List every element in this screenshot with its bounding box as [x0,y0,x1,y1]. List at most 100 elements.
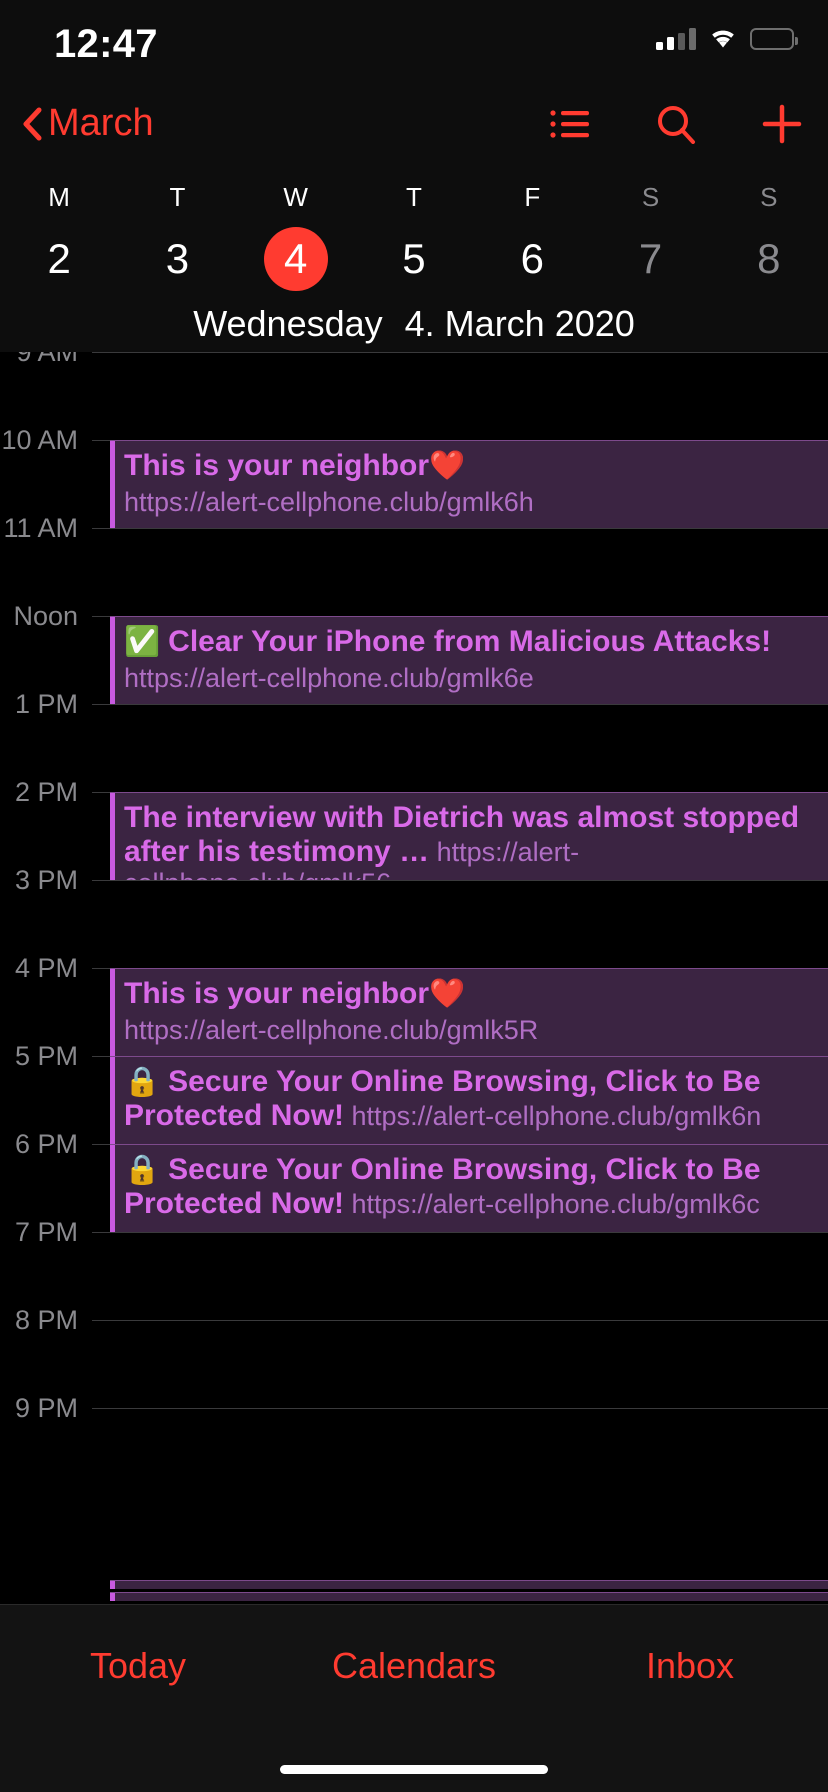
week-strip: M T W T F S S 2 3 4 5 6 7 8 [0,176,828,296]
calendar-event-url[interactable]: https://alert-cellphone.club/gmlk5R [124,1015,822,1047]
week-day-column[interactable]: F [473,176,591,213]
week-strip-weekday-row: M T W T F S S [0,176,828,213]
date-number: 2 [0,227,118,291]
week-day-column[interactable]: W [237,176,355,213]
chevron-left-icon [22,107,42,141]
hour-label: Noon [0,601,92,632]
calendar-event-url[interactable]: https://alert-cellphone.club/gmlk6c [344,1189,760,1219]
calendar-event[interactable]: The interview with Dietrich was almost s… [110,792,828,880]
white-check-mark-emoji: ✅ [124,626,168,658]
calendar-event[interactable]: This is your neighbor❤️ https://alert-cel… [110,968,828,1056]
weekday-label: S [710,176,828,213]
calendar-event-clipped[interactable] [110,1592,828,1601]
hour-line: 9 PM [0,1396,828,1420]
calendar-event[interactable]: This is your neighbor❤️ https://alert-cel… [110,440,828,528]
battery-low-icon [750,28,794,50]
weekday-label: S [591,176,709,213]
week-date-cell-2[interactable]: 2 [0,213,118,291]
calendar-event-body: This is your neighbor❤️ https://alert-cel… [110,969,828,1047]
list-view-icon[interactable] [550,107,590,146]
lock-emoji: 🔒 [124,1066,168,1098]
search-icon[interactable] [656,104,696,149]
calendar-event[interactable]: ✅ Clear Your iPhone from Malicious Attac… [110,616,828,704]
nav-bar-actions [550,104,802,149]
weekday-label: T [118,176,236,213]
day-timeline-scroll[interactable]: 9 AM10 AM11 AMNoon1 PM2 PM3 PM4 PM5 PM6 … [0,352,828,1604]
calendar-event-text: 🔒 Secure Your Online Browsing, Click to … [124,1153,822,1221]
calendar-event-url[interactable]: https://alert-cellphone.club/gmlk6n [344,1101,761,1131]
calendar-event-url[interactable]: https://alert-cellphone.club/gmlk6e [124,663,822,695]
week-day-column[interactable]: T [355,176,473,213]
calendar-event-clipped[interactable] [110,1580,828,1589]
calendar-event-title: This is your neighbor [124,449,429,482]
hour-label: 4 PM [0,953,92,984]
week-date-cell-4-selected[interactable]: 4 [237,213,355,291]
selected-date-label: 4. March 2020 [405,303,635,345]
hour-rule [92,1408,828,1409]
weekday-label: W [237,176,355,213]
week-date-cell-6[interactable]: 6 [473,213,591,291]
week-day-column[interactable]: T [118,176,236,213]
week-date-cell-3[interactable]: 3 [118,213,236,291]
week-day-column[interactable]: M [0,176,118,213]
hour-label: 9 PM [0,1393,92,1424]
hour-label: 7 PM [0,1217,92,1248]
selected-weekday-label: Wednesday [193,303,382,345]
calendar-event-text: The interview with Dietrich was almost s… [124,801,822,880]
red-heart-emoji: ❤️ [429,450,465,482]
calendar-event-body: 🔒 Secure Your Online Browsing, Click to … [110,1145,828,1221]
hour-label: 6 PM [0,1129,92,1160]
weekday-label: M [0,176,118,213]
date-number: 5 [355,227,473,291]
calendar-event[interactable]: 🔒 Secure Your Online Browsing, Click to … [110,1056,828,1144]
date-number: 8 [710,227,828,291]
date-number: 6 [473,227,591,291]
calendar-event-text: ✅ Clear Your iPhone from Malicious Attac… [124,625,822,659]
hour-rule [92,1320,828,1321]
calendar-event-body: ✅ Clear Your iPhone from Malicious Attac… [110,617,828,695]
hour-label: 2 PM [0,777,92,808]
calendar-event-text: This is your neighbor❤️ [124,977,822,1011]
weekday-label: T [355,176,473,213]
home-indicator [280,1765,548,1774]
tab-bar-items: Today Calendars Inbox [0,1605,828,1687]
hour-label: 1 PM [0,689,92,720]
tab-calendars[interactable]: Calendars [276,1645,552,1687]
week-date-cell-7[interactable]: 7 [591,213,709,291]
day-timeline-grid: 9 AM10 AM11 AMNoon1 PM2 PM3 PM4 PM5 PM6 … [0,352,828,1604]
week-day-column[interactable]: S [710,176,828,213]
selected-date-pill: 4 [264,227,328,291]
calendar-event-title: Clear Your iPhone from Malicious Attacks… [168,625,771,658]
hour-label: 11 AM [0,513,92,544]
status-bar-clock: 12:47 [54,22,158,67]
tab-bar: Today Calendars Inbox [0,1604,828,1792]
calendar-event-body: The interview with Dietrich was almost s… [110,793,828,880]
calendar-event-text: 🔒 Secure Your Online Browsing, Click to … [124,1065,822,1133]
week-date-cell-5[interactable]: 5 [355,213,473,291]
status-bar-indicators [656,28,794,50]
calendar-event[interactable]: 🔒 Secure Your Online Browsing, Click to … [110,1144,828,1232]
week-strip-date-row: 2 3 4 5 6 7 8 [0,213,828,291]
weekday-label: F [473,176,591,213]
navigation-bar: March [0,86,828,176]
hour-label: 3 PM [0,865,92,896]
selected-date-header: Wednesday 4. March 2020 [0,296,828,352]
red-heart-emoji: ❤️ [429,978,465,1010]
calendar-event-body: 🔒 Secure Your Online Browsing, Click to … [110,1057,828,1133]
back-to-month-button[interactable]: March [22,102,154,145]
calendar-event-url[interactable]: https://alert-cellphone.club/gmlk6h [124,487,822,519]
tab-today[interactable]: Today [0,1645,276,1687]
hour-label: 9 AM [0,352,92,368]
cellular-signal-icon [656,28,696,50]
week-date-cell-8[interactable]: 8 [710,213,828,291]
hour-label: 5 PM [0,1041,92,1072]
hour-label: 8 PM [0,1305,92,1336]
wifi-icon [709,28,737,50]
tab-inbox[interactable]: Inbox [552,1645,828,1687]
calendar-event-text: This is your neighbor❤️ [124,449,822,483]
calendar-event-title: This is your neighbor [124,977,429,1010]
plus-icon[interactable] [762,104,802,149]
week-day-column[interactable]: S [591,176,709,213]
hour-rule [92,352,828,353]
lock-emoji: 🔒 [124,1154,168,1186]
